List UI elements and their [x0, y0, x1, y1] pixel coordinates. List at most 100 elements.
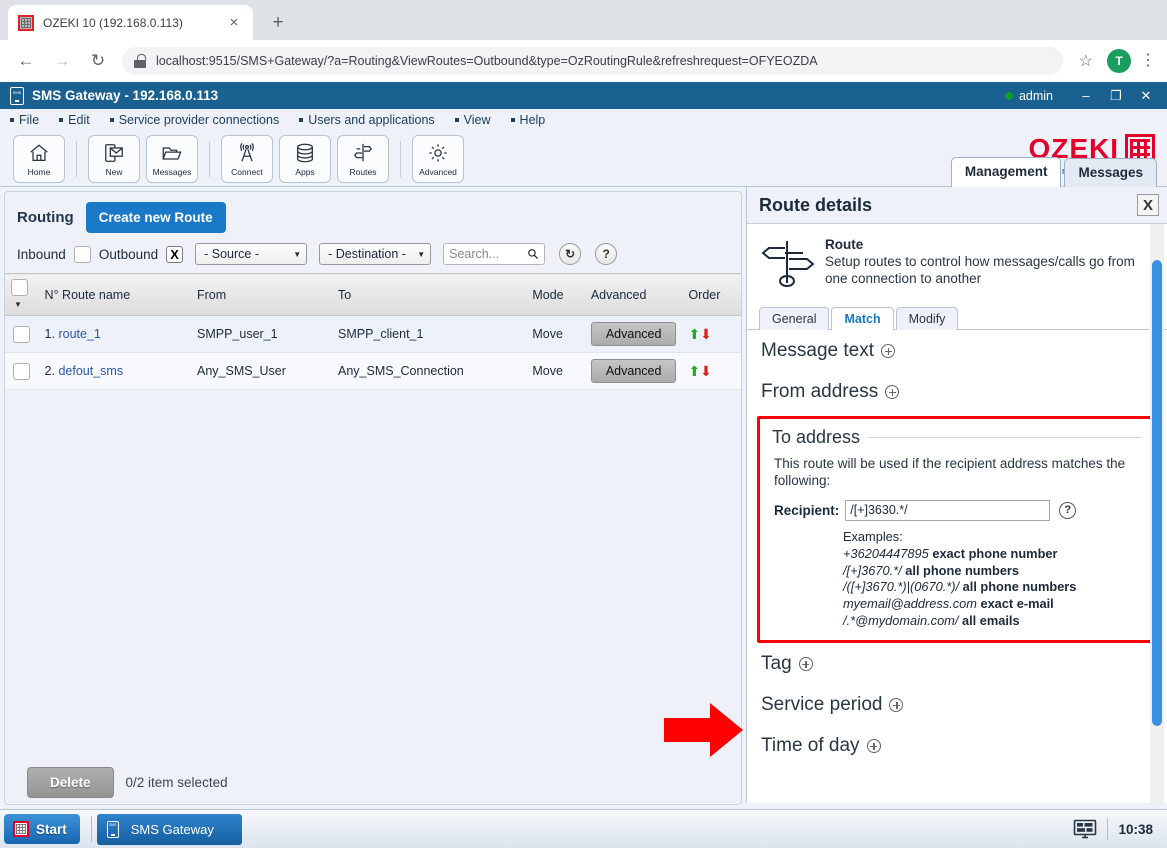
section-time-of-day[interactable]: Time of day: [747, 725, 1167, 766]
source-filter-select[interactable]: - Source - ▼: [195, 243, 308, 265]
cell-from: SMPP_user_1: [190, 315, 332, 353]
route-subtabs: General Match Modify: [747, 303, 1167, 330]
toolbar-button-apps[interactable]: Apps: [279, 134, 331, 183]
expand-plus-icon[interactable]: [866, 739, 881, 754]
minimize-button[interactable]: –: [1071, 88, 1101, 103]
route-intro-desc: Setup routes to control how messages/cal…: [825, 254, 1135, 286]
user-label[interactable]: admin: [1019, 89, 1053, 103]
move-up-icon[interactable]: ⬆: [688, 326, 700, 342]
subtab-general[interactable]: General: [759, 307, 830, 330]
cell-order: ⬆⬇: [682, 352, 741, 390]
browser-toolbar: ← → ↻ localhost:9515/SMS+Gateway/?a=Rout…: [0, 40, 1167, 82]
expand-plus-icon[interactable]: [798, 657, 813, 672]
section-message-text[interactable]: Message text: [747, 330, 1167, 371]
menu-item-help[interactable]: Help: [510, 113, 545, 127]
example-pattern: /.*@mydomain.com/: [843, 613, 959, 629]
destination-filter-select[interactable]: - Destination - ▼: [319, 243, 432, 265]
bookmark-star-icon[interactable]: ☆: [1079, 51, 1093, 71]
back-button[interactable]: ←: [11, 46, 41, 76]
tab-management[interactable]: Management: [950, 157, 1062, 187]
route-name-link[interactable]: defout_sms: [58, 364, 123, 378]
expand-plus-icon[interactable]: [881, 344, 895, 358]
menu-item-file[interactable]: File: [10, 113, 39, 127]
toolbar-group-advanced: Advanced: [409, 134, 467, 183]
search-box[interactable]: [443, 243, 546, 265]
clock[interactable]: 10:38: [1118, 822, 1153, 837]
toolbar-button-home[interactable]: Home: [13, 134, 65, 183]
toolbar-button-routes[interactable]: Routes: [337, 134, 389, 183]
sms-gateway-icon: [106, 820, 119, 838]
refresh-button[interactable]: ↻: [559, 243, 582, 265]
expand-plus-icon[interactable]: [885, 385, 900, 399]
recipient-help-icon[interactable]: ?: [1059, 501, 1077, 519]
toolbar-button-messages[interactable]: Messages: [146, 134, 198, 183]
tray-divider: [1107, 818, 1109, 840]
ozeki-start-icon: [13, 821, 29, 837]
new-tab-button[interactable]: +: [265, 11, 291, 37]
close-icon[interactable]: ×: [225, 15, 243, 30]
move-down-icon[interactable]: ⬇: [700, 363, 712, 379]
menu-item-edit[interactable]: Edit: [59, 113, 90, 127]
advanced-button[interactable]: Advanced: [590, 359, 677, 383]
taskbar-item-sms-gateway[interactable]: SMS Gateway: [96, 813, 242, 845]
subtab-modify[interactable]: Modify: [895, 307, 959, 330]
scrollbar-thumb[interactable]: [1152, 260, 1162, 726]
cell-mode: Move: [526, 315, 585, 353]
subtab-match[interactable]: Match: [831, 307, 894, 330]
row-checkbox-cell[interactable]: [5, 352, 39, 390]
table-row[interactable]: 1. route_1 SMPP_user_1 SMPP_client_1 Mov…: [5, 315, 741, 353]
profile-avatar[interactable]: T: [1107, 49, 1131, 73]
menu-item-users-and-applications[interactable]: Users and applications: [299, 113, 435, 127]
header-select-all[interactable]: ▼: [5, 273, 39, 316]
example-pattern: +36204447895: [843, 545, 929, 561]
move-up-icon[interactable]: ⬆: [688, 363, 700, 379]
page-title: Routing: [17, 209, 74, 226]
row-checkbox-cell[interactable]: [5, 315, 39, 353]
table-row[interactable]: 2. defout_sms Any_SMS_User Any_SMS_Conne…: [5, 352, 741, 390]
search-input[interactable]: [449, 247, 528, 261]
menu-item-view[interactable]: View: [454, 113, 491, 127]
delete-button[interactable]: Delete: [27, 766, 114, 798]
move-down-icon[interactable]: ⬇: [700, 326, 712, 342]
example-pattern: /([+]3670.*)|(0670.*)/: [843, 579, 960, 595]
section-from-address[interactable]: From address: [747, 371, 1167, 412]
select-all-checkbox[interactable]: [11, 279, 28, 296]
help-button[interactable]: ?: [595, 243, 618, 265]
row-checkbox[interactable]: [13, 325, 31, 343]
toolbar-button-advanced[interactable]: Advanced: [412, 134, 464, 183]
toolbar-button-new[interactable]: New: [88, 134, 140, 183]
taskbar-item-label: SMS Gateway: [130, 821, 214, 837]
reload-button[interactable]: ↻: [83, 46, 113, 76]
row-number: 2.: [44, 364, 55, 378]
route-icon: [759, 237, 817, 289]
cell-route-name: 1. route_1: [38, 315, 191, 353]
advanced-button[interactable]: Advanced: [590, 322, 677, 346]
monitor-icon[interactable]: [1073, 819, 1097, 839]
address-bar[interactable]: localhost:9515/SMS+Gateway/?a=Routing&Vi…: [122, 47, 1063, 75]
close-window-button[interactable]: ✕: [1131, 88, 1161, 104]
section-tag[interactable]: Tag: [747, 643, 1167, 684]
recipient-input[interactable]: [845, 499, 1051, 521]
start-button[interactable]: Start: [4, 814, 80, 844]
cell-mode: Move: [526, 352, 585, 390]
browser-menu-icon[interactable]: ⋮: [1137, 53, 1159, 69]
app-menubar: File Edit Service provider connections U…: [0, 109, 1167, 131]
toolbar-button-connect[interactable]: Connect: [221, 134, 273, 183]
tab-messages[interactable]: Messages: [1064, 158, 1157, 187]
forward-button[interactable]: →: [47, 46, 77, 76]
create-new-route-button[interactable]: Create new Route: [85, 202, 226, 233]
outbound-checkbox[interactable]: X: [166, 245, 184, 263]
maximize-button[interactable]: ❐: [1101, 88, 1131, 104]
section-service-period[interactable]: Service period: [747, 684, 1167, 725]
close-panel-button[interactable]: X: [1137, 194, 1159, 216]
example-pattern: /[+]3670.*/: [843, 562, 902, 578]
chevron-down-icon[interactable]: ▼: [14, 300, 22, 309]
inbound-checkbox[interactable]: [73, 245, 91, 263]
expand-plus-icon[interactable]: [889, 698, 904, 713]
menu-item-service-provider-connections[interactable]: Service provider connections: [109, 113, 279, 127]
route-name-link[interactable]: route_1: [58, 327, 100, 341]
to-address-fieldset: To address This route will be used if th…: [757, 416, 1157, 644]
taskbar: Start SMS Gateway 10:38: [0, 809, 1167, 848]
row-checkbox[interactable]: [13, 362, 31, 380]
browser-tab[interactable]: OZEKI 10 (192.168.0.113) ×: [8, 5, 253, 40]
